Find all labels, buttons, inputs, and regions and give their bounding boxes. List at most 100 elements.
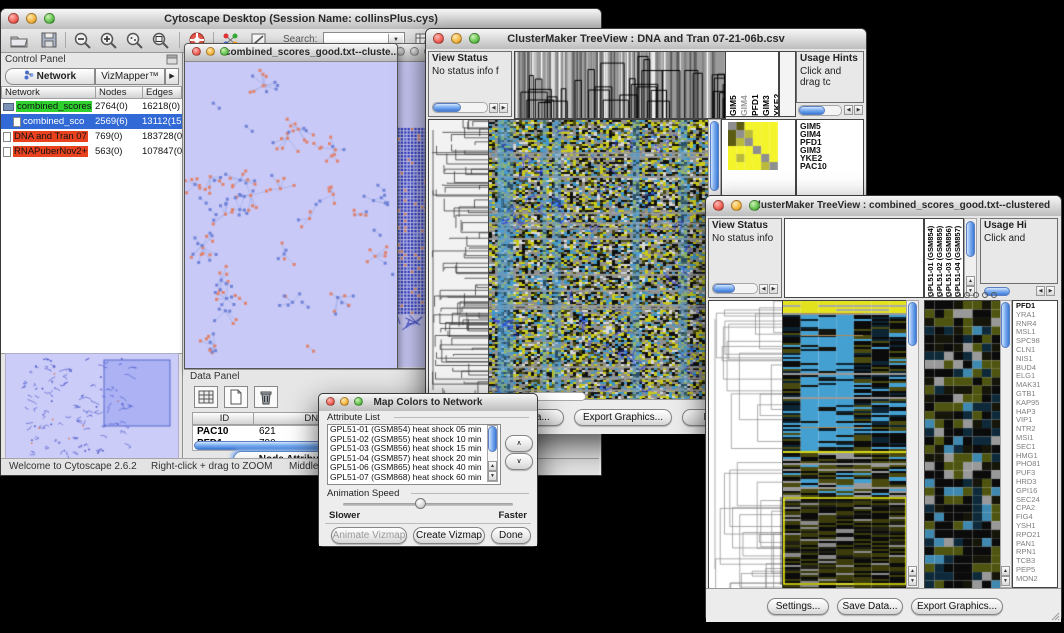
gene-label[interactable]: ELG1 <box>1016 372 1057 381</box>
array-vscrollbar[interactable] <box>966 221 975 257</box>
zoom-out-icon[interactable] <box>73 31 93 49</box>
scroll-right-icon[interactable]: ▶ <box>499 103 508 113</box>
save-data-button[interactable]: Save Data... <box>837 598 903 615</box>
settings-button[interactable]: Settings... <box>767 598 829 615</box>
minimize-icon[interactable] <box>410 47 419 56</box>
scroll-left-icon[interactable]: ◀ <box>759 284 768 294</box>
network-row[interactable]: DNA and Tran 07 769(0) 183728(0) <box>1 129 182 144</box>
zoom-heatmap-matrix[interactable] <box>728 122 778 170</box>
zoom-selected-icon[interactable] <box>125 31 145 49</box>
gene-label[interactable]: YRA1 <box>1016 311 1057 320</box>
gene-label[interactable]: MSI1 <box>1016 434 1057 443</box>
treeview-dna-titlebar[interactable]: ClusterMaker TreeView : DNA and Tran 07-… <box>426 29 866 50</box>
scroll-left-icon[interactable]: ◀ <box>844 105 853 115</box>
birds-eye-view[interactable] <box>5 353 179 459</box>
scroll-left-icon[interactable]: ◀ <box>489 103 498 113</box>
gene-label[interactable]: NTR2 <box>1016 425 1057 434</box>
gene-label[interactable]: SPC98 <box>1016 337 1057 346</box>
global-heatmap[interactable] <box>782 300 908 590</box>
scroll-down-icon[interactable]: ▼ <box>908 576 917 586</box>
network-row[interactable]: combined_scores 2764(0) 16218(0) <box>1 99 182 114</box>
main-titlebar[interactable]: Cytoscape Desktop (Session Name: collins… <box>1 9 601 30</box>
new-attribute-icon[interactable] <box>224 386 248 408</box>
scroll-up-icon[interactable]: ▲ <box>908 566 917 576</box>
gene-label[interactable]: RPN1 <box>1016 548 1057 557</box>
column-header-edges[interactable]: Edges <box>142 86 182 99</box>
float-panel-icon[interactable] <box>166 54 178 65</box>
gene-label[interactable]: TCB3 <box>1016 557 1057 566</box>
gene-label[interactable]: GIM3 <box>800 146 863 154</box>
network-row-selected[interactable]: combined_sco 2569(6) 13112(15) <box>1 114 182 129</box>
data-column-id[interactable]: ID <box>192 412 254 425</box>
gene-label[interactable]: MSL1 <box>1016 328 1057 337</box>
view-status-hscrollbar[interactable] <box>433 103 461 112</box>
close-icon[interactable] <box>192 47 201 56</box>
gene-vscrollbar[interactable] <box>1001 302 1010 348</box>
move-down-button[interactable]: ∨ <box>505 453 533 470</box>
gene-label[interactable]: GIM4 <box>800 130 863 138</box>
attribute-list[interactable]: GPL51-01 (GSM854) heat shock 05 minGPL51… <box>327 424 501 485</box>
column-header-nodes[interactable]: Nodes <box>95 86 143 99</box>
gene-label[interactable]: VIP1 <box>1016 416 1057 425</box>
scroll-right-icon[interactable]: ▶ <box>854 105 863 115</box>
network-view-titlebar[interactable]: combined_scores_good.txt--cluste... <box>185 44 397 62</box>
attribute-item[interactable]: GPL51-07 (GSM868) heat shock 60 min <box>328 473 500 483</box>
minimize-icon[interactable] <box>26 13 37 24</box>
scroll-right-icon[interactable]: ▶ <box>769 284 778 294</box>
save-icon[interactable] <box>39 31 59 49</box>
gene-label[interactable]: GTB1 <box>1016 390 1057 399</box>
view-status-hscrollbar[interactable] <box>713 284 735 293</box>
array-labels-panel[interactable]: GIM5GIM4PFD1GIM3YKE2PAC10 <box>725 51 779 117</box>
done-button[interactable]: Done <box>491 527 531 544</box>
gene-label[interactable]: MON2 <box>1016 575 1057 584</box>
attribute-table-icon[interactable] <box>194 386 218 408</box>
scroll-up-icon[interactable]: ▲ <box>488 461 497 471</box>
gene-labels-panel[interactable]: PFD1YRA1RNR4MSL1SPC98CLN1NIS1BUD4ELG1MAK… <box>1012 300 1058 588</box>
zoom-heatmap[interactable] <box>924 300 1002 590</box>
zoom-window-icon[interactable] <box>44 13 55 24</box>
animation-speed-slider-thumb[interactable] <box>415 498 426 509</box>
scroll-down-icon[interactable]: ▼ <box>488 471 497 481</box>
minimize-icon[interactable] <box>206 47 215 56</box>
column-header-network[interactable]: Network <box>1 86 96 99</box>
gene-label[interactable]: CPA2 <box>1016 504 1057 513</box>
attrlist-vscrollbar[interactable] <box>488 426 497 452</box>
gene-label[interactable]: PAN1 <box>1016 540 1057 549</box>
close-icon[interactable] <box>433 33 444 44</box>
gene-label[interactable]: PHO81 <box>1016 460 1057 469</box>
gene-label[interactable]: NIS1 <box>1016 355 1057 364</box>
gene-label[interactable]: PAC10 <box>800 162 863 170</box>
animation-speed-slider-track[interactable] <box>343 503 513 506</box>
create-vizmap-button[interactable]: Create Vizmap <box>413 527 485 544</box>
tab-overflow-button[interactable]: ▶ <box>165 68 179 85</box>
scroll-down-icon[interactable]: ▼ <box>1001 576 1010 586</box>
array-dendrogram[interactable] <box>514 51 726 119</box>
close-icon[interactable] <box>8 13 19 24</box>
gene-label[interactable]: HRD3 <box>1016 478 1057 487</box>
gene-label[interactable]: SEC1 <box>1016 443 1057 452</box>
gene-label[interactable]: RPO21 <box>1016 531 1057 540</box>
global-heatmap[interactable] <box>488 119 710 401</box>
minimize-icon[interactable] <box>451 33 462 44</box>
gene-label[interactable]: SEC24 <box>1016 496 1057 505</box>
gene-label[interactable]: KAP95 <box>1016 399 1057 408</box>
gene-label[interactable]: RNR4 <box>1016 320 1057 329</box>
gene-dendrogram[interactable] <box>428 119 490 401</box>
open-file-icon[interactable] <box>9 31 29 49</box>
zoom-in-icon[interactable] <box>99 31 119 49</box>
gene-label[interactable]: HAP3 <box>1016 408 1057 417</box>
zoom-window-icon[interactable] <box>749 200 760 211</box>
gene-label[interactable]: PUF3 <box>1016 469 1057 478</box>
gene-label[interactable]: HMG1 <box>1016 452 1057 461</box>
gene-label[interactable]: GPI16 <box>1016 487 1057 496</box>
gene-label[interactable]: PFD1 <box>1016 302 1057 311</box>
minimize-icon[interactable] <box>731 200 742 211</box>
scroll-up-icon[interactable]: ▲ <box>966 276 975 286</box>
tab-vizmapper[interactable]: VizMapper™ <box>95 68 165 85</box>
scroll-up-icon[interactable]: ▲ <box>1001 566 1010 576</box>
usage-hints-hscrollbar[interactable] <box>799 106 825 115</box>
gene-label[interactable]: BUD4 <box>1016 364 1057 373</box>
network-row[interactable]: RNAPuberNov2+ 563(0) 107847(0) <box>1 144 182 159</box>
resize-grip-icon[interactable] <box>1050 611 1060 621</box>
animate-vizmap-button[interactable]: Animate Vizmap <box>331 527 407 544</box>
